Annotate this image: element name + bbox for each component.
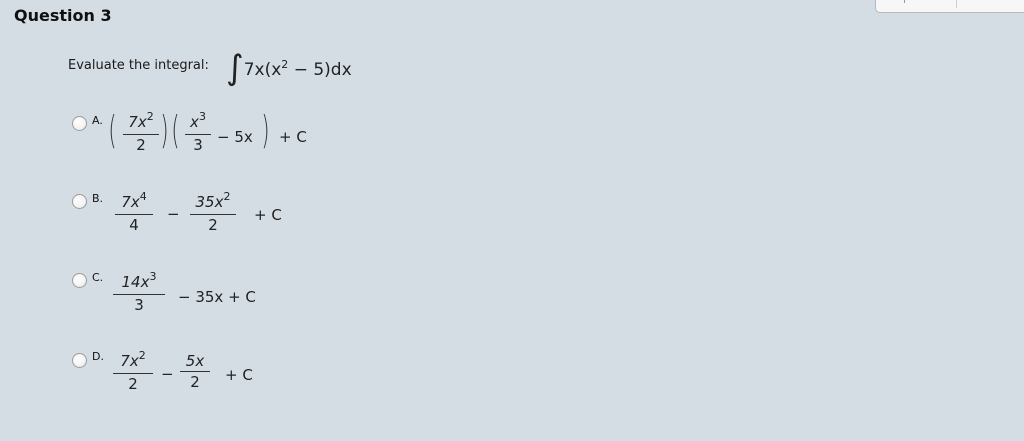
integral-expression: ∫7x(x2 − 5)dx — [226, 44, 352, 88]
option-a-close-paren-2: ) — [261, 108, 270, 152]
option-b-frac2-den: 2 — [208, 216, 218, 234]
option-a-frac2-exp: 3 — [198, 110, 206, 123]
option-d-frac1-den: 2 — [128, 375, 138, 393]
option-d-operator: − — [161, 365, 174, 383]
option-a-close-paren-1: ) — [160, 108, 169, 152]
option-b-label: B. — [92, 192, 104, 205]
option-a-frac2-den: 3 — [193, 136, 203, 154]
option-d-frac2-den: 2 — [190, 373, 200, 391]
option-a-radio[interactable] — [72, 116, 87, 131]
option-a-open-paren-1: ( — [108, 108, 117, 152]
option-a-frac1-num: 7x — [128, 113, 147, 131]
option-d-constant: + C — [225, 366, 253, 384]
option-c-frac1-num: 14x — [121, 273, 150, 291]
integrand-tail: − 5)dx — [288, 60, 352, 80]
option-c-frac1-exp: 3 — [149, 270, 157, 283]
option-d-label: D. — [92, 350, 104, 363]
option-c-label: C. — [92, 271, 104, 284]
option-b-operator: − — [167, 205, 180, 223]
option-a-fraction-1: 7x2 2 — [123, 110, 159, 154]
question-prompt: Evaluate the integral: — [68, 58, 209, 73]
option-a-after: − 5x — [217, 128, 253, 146]
integrand-body: 7x(x — [243, 60, 282, 80]
fraction-bar — [113, 294, 165, 295]
fraction-bar — [190, 214, 236, 215]
fraction-bar — [113, 373, 153, 374]
option-b-frac1-exp: 4 — [139, 190, 147, 203]
option-b-frac2-exp: 2 — [223, 190, 231, 203]
option-c-radio[interactable] — [72, 273, 87, 288]
option-a-frac2-num: x — [190, 113, 199, 131]
option-d-frac1-exp: 2 — [138, 349, 146, 362]
question-title: Question 3 — [14, 6, 112, 25]
option-d-radio[interactable] — [72, 353, 87, 368]
fraction-bar — [185, 134, 211, 135]
option-b-frac2-num: 35x — [195, 193, 224, 211]
option-b-radio[interactable] — [72, 194, 87, 209]
top-panel-edge — [875, 0, 1024, 13]
integrand-exponent: 2 — [281, 58, 289, 71]
option-c-after: − 35x + C — [178, 288, 256, 306]
option-d-frac2-num: 5x — [185, 352, 205, 370]
option-b-fraction-1: 7x4 4 — [115, 190, 153, 234]
panel-tick — [904, 0, 905, 3]
option-a-open-paren-2: ( — [171, 108, 180, 152]
panel-separator — [956, 0, 957, 8]
option-b-fraction-2: 35x2 2 — [190, 190, 236, 234]
option-d-frac1-num: 7x — [120, 352, 139, 370]
option-a-fraction-2: x3 3 — [185, 110, 211, 154]
option-b-constant: + C — [254, 206, 282, 224]
option-d-fraction-2: 5x 2 — [180, 352, 210, 391]
fraction-bar — [115, 214, 153, 215]
option-a-constant: + C — [279, 128, 307, 146]
option-c-frac1-den: 3 — [134, 296, 144, 314]
option-c-fraction-1: 14x3 3 — [113, 270, 165, 314]
option-d-fraction-1: 7x2 2 — [113, 349, 153, 393]
integral-sign: ∫ — [226, 48, 244, 88]
option-a-frac1-den: 2 — [136, 136, 146, 154]
fraction-bar — [180, 371, 210, 372]
option-a-frac1-exp: 2 — [146, 110, 154, 123]
option-b-frac1-num: 7x — [121, 193, 140, 211]
fraction-bar — [123, 134, 159, 135]
option-b-frac1-den: 4 — [129, 216, 139, 234]
option-a-label: A. — [92, 114, 103, 127]
